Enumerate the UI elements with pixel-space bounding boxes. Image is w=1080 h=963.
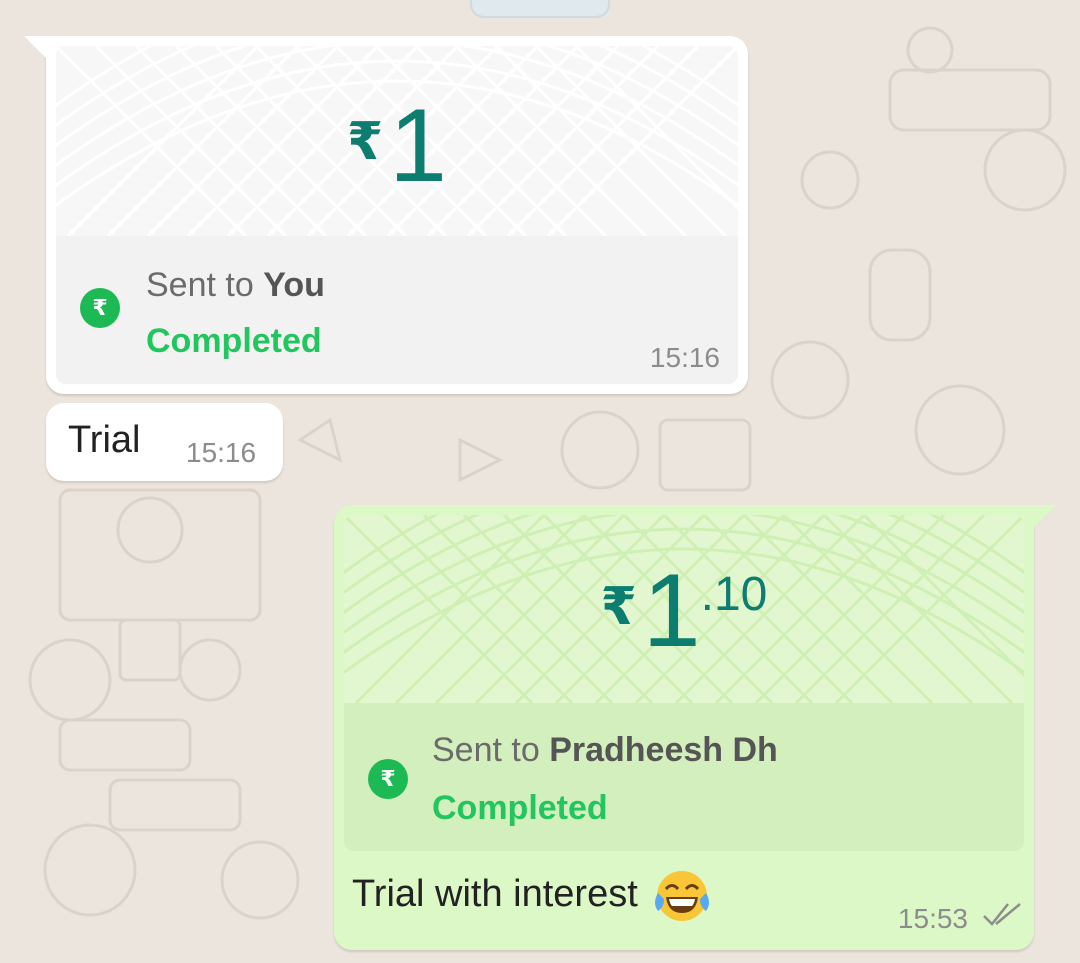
payment-amount: ₹1 [56,94,738,198]
sent-to-line: Sent to Pradheesh Dh [432,731,778,770]
payment-status: Completed [432,789,608,827]
amount-integer: 1 [642,553,701,669]
rupee-badge-icon: ₹ [80,288,120,328]
message-text: Trial [68,419,141,461]
payment-caption: Trial with interest [352,869,712,923]
bubble-tail [24,36,50,62]
payment-card[interactable]: ₹1.10 ₹ Sent to Pradheesh Dh Completed [344,515,1024,851]
text-message-bubble[interactable]: Trial 15:16 [46,403,283,481]
payment-status: Completed [146,322,322,360]
message-time: 15:16 [649,342,720,373]
message-time: 15:53 [897,903,968,934]
payment-amount: ₹1.10 [344,559,1024,663]
sent-to-prefix: Sent to [432,731,540,769]
sent-to-prefix: Sent to [146,266,254,304]
payment-sent-bubble[interactable]: ₹1.10 ₹ Sent to Pradheesh Dh Completed T… [334,505,1056,950]
date-pill [470,0,610,18]
recipient-name: You [263,266,325,304]
amount-integer: 1 [389,88,448,204]
payment-received-bubble[interactable]: ₹1 ₹ Sent to You Completed 15:16 [24,36,748,394]
caption-text: Trial with interest [352,873,638,916]
bubble-tail [1030,505,1056,531]
recipient-name: Pradheesh Dh [549,731,778,769]
payment-card[interactable]: ₹1 ₹ Sent to You Completed 15:16 [56,46,738,384]
message-time: 15:16 [186,437,257,468]
rupee-badge-icon: ₹ [368,759,408,799]
currency-symbol: ₹ [600,578,637,636]
amount-decimal: .10 [700,568,768,621]
payment-info: ₹ Sent to Pradheesh Dh Completed [344,703,1024,851]
sent-to-line: Sent to You [146,266,325,305]
double-check-icon [983,903,1021,926]
face-with-tears-of-joy-icon [655,871,710,921]
currency-symbol: ₹ [346,113,384,171]
payment-info: ₹ Sent to You Completed 15:16 [56,236,738,384]
